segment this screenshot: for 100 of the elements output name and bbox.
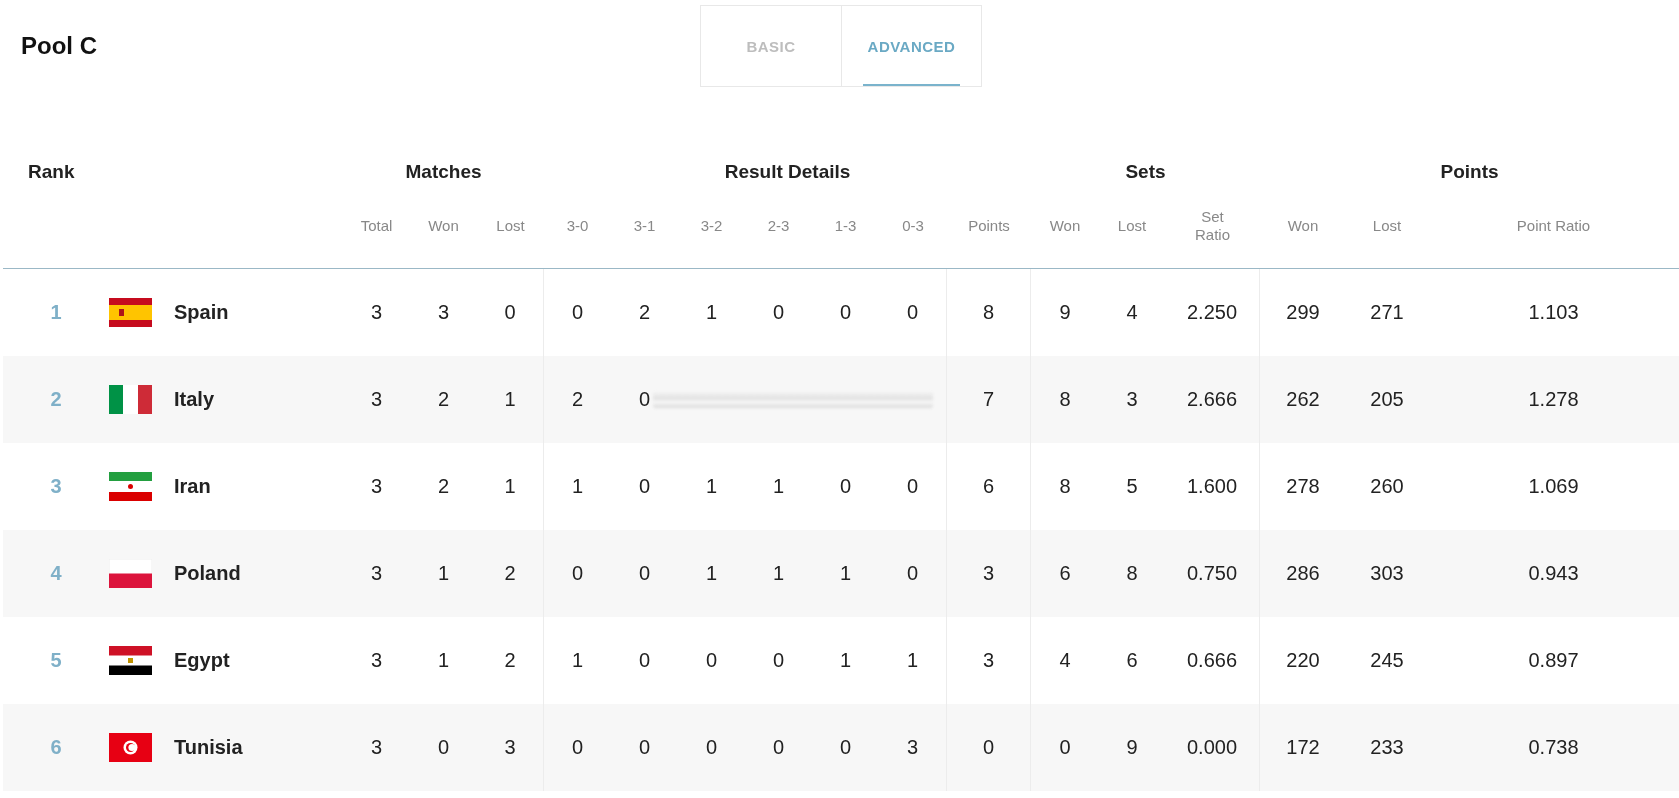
table-cell: 7: [982, 388, 995, 411]
table-cell: 3: [504, 736, 516, 759]
country-name: Poland: [174, 562, 241, 585]
table-cell: 4: [1059, 649, 1071, 672]
table-cell: 220: [1286, 649, 1320, 672]
table-cell: 6: [1126, 649, 1138, 672]
table-cell: 0: [437, 736, 450, 759]
table-cell: 0.943: [1528, 562, 1579, 585]
table-cell: 3: [906, 736, 919, 759]
table-cell: 0: [571, 736, 584, 759]
country-name: Italy: [174, 388, 215, 411]
table-cell: 233: [1370, 736, 1404, 759]
table-cell: 1: [772, 562, 785, 585]
table-cell: 0: [705, 649, 718, 672]
table-cell: 205: [1370, 388, 1404, 411]
table-cell: 1: [772, 475, 785, 498]
column-group-header: Rank: [28, 161, 75, 183]
table-cell: 9: [1059, 301, 1071, 324]
column-header: 3-2: [700, 217, 723, 235]
column-header: Lost: [1372, 217, 1402, 235]
table-cell: 4: [1126, 301, 1138, 324]
table-cell: 6: [982, 475, 995, 498]
table-cell: 0: [571, 301, 584, 324]
table-cell: 286: [1286, 562, 1320, 585]
rank-number: 2: [50, 388, 62, 411]
table-cell: 0: [906, 301, 919, 324]
table-cell: 0: [638, 649, 651, 672]
table-cell: 3: [370, 562, 383, 585]
column-header: Set Ratio: [1194, 208, 1231, 244]
table-cell: 278: [1286, 475, 1320, 498]
table-cell: 0.897: [1528, 649, 1579, 672]
table-cell: 0: [982, 736, 995, 759]
table-cell: 1.103: [1528, 301, 1579, 324]
column-header: 3-0: [566, 217, 589, 235]
table-cell: 1: [571, 649, 584, 672]
rank-number: 5: [50, 649, 62, 672]
table-cell: 2: [638, 301, 651, 324]
table-cell: 0: [906, 562, 919, 585]
table-cell: 3: [370, 388, 383, 411]
table-cell: 8: [1059, 475, 1071, 498]
country-name: Tunisia: [174, 736, 243, 759]
table-cell: 8: [1126, 562, 1138, 585]
table-cell: 1: [839, 649, 852, 672]
table-cell: 6: [1059, 562, 1071, 585]
table-cell: 0: [571, 562, 584, 585]
column-header: 1-3: [834, 217, 857, 235]
table-cell: 3: [370, 301, 383, 324]
rank-number: 1: [50, 301, 62, 324]
column-header: Won: [1287, 217, 1319, 235]
table-cell: 2: [571, 388, 584, 411]
table-cell: 1: [906, 649, 919, 672]
table-cell: 8: [1059, 388, 1071, 411]
country-name: Egypt: [174, 649, 230, 672]
column-header: Lost: [1117, 217, 1147, 235]
table-cell: 1.278: [1528, 388, 1579, 411]
table-cell: 299: [1286, 301, 1320, 324]
table-cell: 1: [705, 475, 718, 498]
table-cell: 260: [1370, 475, 1404, 498]
table-cell: 3: [1126, 388, 1138, 411]
table-cell: 0: [638, 562, 651, 585]
table-cell: 3: [982, 649, 995, 672]
flag-icon: [109, 559, 152, 588]
column-header: Total: [360, 217, 393, 235]
pool-title: Pool C: [21, 32, 97, 60]
column-header: Point Ratio: [1516, 217, 1591, 235]
table-cell: 1: [705, 301, 718, 324]
table-cell: 0: [839, 475, 852, 498]
country-name: Iran: [174, 475, 211, 498]
table-cell: 0.666: [1186, 649, 1238, 672]
table-cell: 1: [504, 475, 516, 498]
table-cell: 9: [1126, 736, 1138, 759]
column-group-header: Result Details: [724, 161, 851, 183]
table-cell: 0: [705, 736, 718, 759]
column-header: 0-3: [902, 217, 924, 235]
table-cell: 3: [437, 301, 450, 324]
column-group-header: Sets: [1125, 161, 1166, 183]
table-cell: 2: [437, 388, 450, 411]
table-cell: 0: [638, 736, 651, 759]
column-group-header: Matches: [405, 161, 482, 183]
table-cell: 0: [772, 301, 785, 324]
table-cell: 5: [1126, 475, 1138, 498]
table-cell: 0: [906, 475, 919, 498]
table-cell: 0: [839, 301, 852, 324]
flag-icon: [109, 733, 152, 762]
table-cell: 0: [638, 388, 651, 411]
table-cell: 0.738: [1528, 736, 1579, 759]
flag-icon: [109, 472, 152, 501]
rank-number: 6: [50, 736, 62, 759]
table-cell: 1: [571, 475, 584, 498]
table-cell: 2: [504, 562, 516, 585]
table-cell: 1: [437, 649, 450, 672]
flag-icon: [109, 298, 152, 327]
table-cell: 303: [1370, 562, 1404, 585]
column-header: 3-1: [633, 217, 656, 235]
column-header: Won: [1049, 217, 1081, 235]
table-cell: 3: [982, 562, 995, 585]
table-cell: 2: [437, 475, 450, 498]
column-header: Points: [968, 217, 1010, 235]
table-cell: 0.000: [1186, 736, 1238, 759]
table-cell: 1: [437, 562, 450, 585]
